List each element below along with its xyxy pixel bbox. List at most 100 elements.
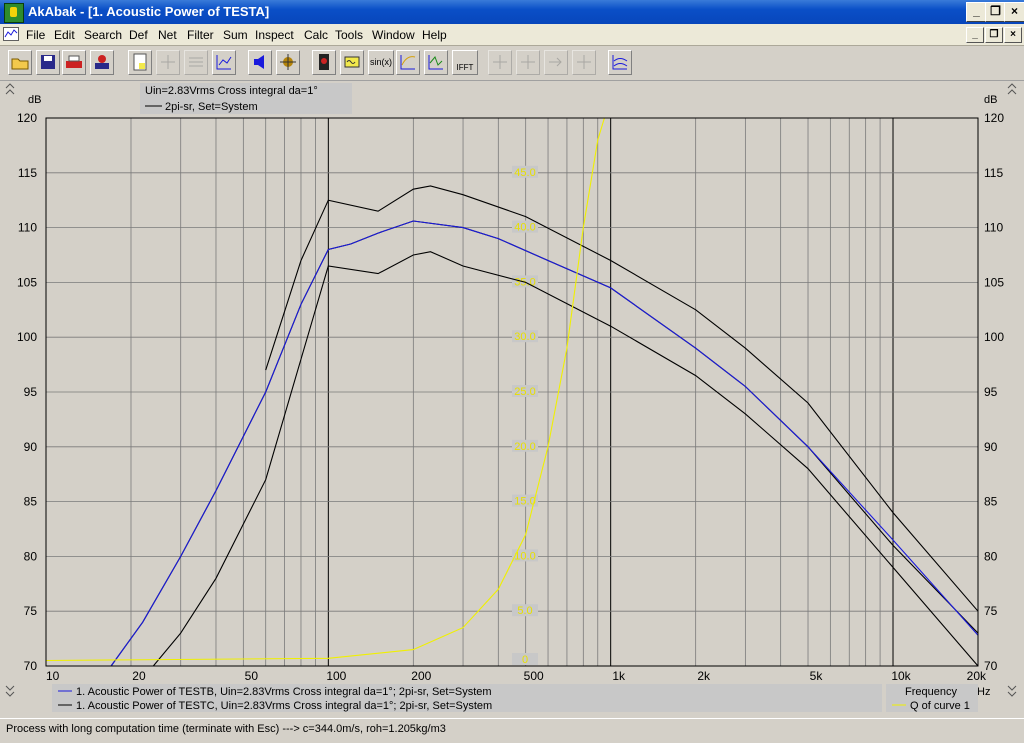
arrow-icon <box>549 57 562 67</box>
grid-icon <box>189 57 203 67</box>
disabled-tool-2-button[interactable] <box>184 50 208 75</box>
document-chart-icon[interactable] <box>3 27 19 41</box>
menu-help[interactable]: Help <box>422 27 447 43</box>
close-button[interactable]: × <box>1004 2 1024 22</box>
maximize-button[interactable]: ❐ <box>985 2 1006 22</box>
x-tick-label: 500 <box>524 669 544 683</box>
filter-button[interactable] <box>340 50 364 75</box>
impulse-button[interactable] <box>424 50 448 75</box>
y-tick-label-left: 70 <box>24 659 38 673</box>
open-folder-icon <box>11 58 29 70</box>
y-tick-label-right: 115 <box>984 166 1003 180</box>
disabled-tool-6-button[interactable] <box>572 50 596 75</box>
print-button[interactable] <box>62 50 86 75</box>
open-folder-button[interactable] <box>8 50 32 75</box>
scroll-up-arrow-left[interactable] <box>5 83 15 95</box>
printer-red-icon <box>66 55 82 68</box>
grid-icon <box>161 55 175 69</box>
menu-edit[interactable]: Edit <box>54 27 75 43</box>
menu-calc[interactable]: Calc <box>304 27 328 43</box>
q-scale-label: 30.0 <box>514 331 535 343</box>
ifft-label: IFFT <box>456 63 474 72</box>
menu-search[interactable]: Search <box>84 27 122 43</box>
filter-icon <box>344 56 360 68</box>
status-text: Process with long computation time (term… <box>6 723 446 735</box>
y-tick-label-right: 105 <box>984 275 1004 289</box>
disabled-tool-4-button[interactable] <box>516 50 540 75</box>
y-tick-label-left: 90 <box>24 440 38 454</box>
driver-button[interactable] <box>312 50 336 75</box>
y-tick-label-left: 95 <box>24 385 38 399</box>
plot-window: Uin=2.83Vrms Cross integral da=1° 2pi-sr… <box>0 82 1024 716</box>
floppy-icon <box>41 55 55 69</box>
menu-window[interactable]: Window <box>372 27 415 43</box>
y-tick-label-right: 80 <box>984 549 998 563</box>
step-response-button[interactable] <box>396 50 420 75</box>
minimize-button[interactable]: _ <box>966 2 987 22</box>
y-tick-label-left: 75 <box>24 604 38 618</box>
y-tick-label-right: 95 <box>984 385 998 399</box>
speaker-icon <box>254 55 264 69</box>
q-scale-label: 25.0 <box>514 386 535 398</box>
scroll-up-arrow-right[interactable] <box>1007 83 1017 95</box>
x-tick-label: 20k <box>967 669 987 683</box>
measure-button[interactable] <box>276 50 300 75</box>
sine-label: sin(x) <box>370 57 392 67</box>
status-bar: Process with long computation time (term… <box>0 718 1024 743</box>
scroll-down-arrow-left[interactable] <box>5 685 15 697</box>
crosshair-icon <box>280 54 296 70</box>
menu-filter[interactable]: Filter <box>187 27 214 43</box>
spl-chart: Uin=2.83Vrms Cross integral da=1° 2pi-sr… <box>5 83 1017 712</box>
impulse-chart-icon <box>428 55 443 70</box>
mdi-minimize-button[interactable]: _ <box>966 27 984 43</box>
menu-sum[interactable]: Sum <box>223 27 248 43</box>
q-scale-label: 45.0 <box>514 167 535 179</box>
document-icon <box>133 53 147 71</box>
x-tick-label: 20 <box>132 669 146 683</box>
y-tick-label-right: 110 <box>984 221 1003 235</box>
header-legend-line-2: 2pi-sr, Set=System <box>165 101 258 113</box>
y-tick-label-right: 85 <box>984 495 998 509</box>
cross-icon <box>577 55 591 69</box>
x-tick-label: 1k <box>612 669 626 683</box>
q-scale-label: 10.0 <box>514 550 535 562</box>
legend-entry-c: 1. Acoustic Power of TESTC, Uin=2.83Vrms… <box>76 700 492 712</box>
y-tick-label-left: 85 <box>24 495 38 509</box>
menu-inspect[interactable]: Inspect <box>255 27 294 43</box>
axis-chart-button[interactable] <box>212 50 236 75</box>
menu-net[interactable]: Net <box>158 27 177 43</box>
disabled-tool-5-button[interactable] <box>544 50 568 75</box>
settings-button[interactable] <box>90 50 114 75</box>
scroll-down-arrow-right[interactable] <box>1007 685 1017 697</box>
y-tick-label-left: 100 <box>17 330 37 344</box>
q-scale-label: 20.0 <box>514 441 535 453</box>
menu-def[interactable]: Def <box>129 27 148 43</box>
new-document-button[interactable] <box>128 50 152 75</box>
ifft-button[interactable]: IFFT <box>452 50 478 75</box>
cross-icon <box>493 55 507 69</box>
y-tick-label-left: 120 <box>17 111 37 125</box>
x-unit-label: Hz <box>977 686 990 698</box>
y-tick-label-right: 75 <box>984 604 998 618</box>
window-title: AkAbak - [1. Acoustic Power of TESTA] <box>28 4 270 19</box>
speaker-button[interactable] <box>248 50 272 75</box>
mdi-restore-button[interactable]: ❐ <box>985 27 1003 43</box>
multi-chart-button[interactable] <box>608 50 632 75</box>
tools-icon <box>95 55 109 69</box>
q-scale-label: 0 <box>522 654 528 666</box>
legend-entry-b: 1. Acoustic Power of TESTB, Uin=2.83Vrms… <box>76 686 492 698</box>
disabled-tool-3-button[interactable] <box>488 50 512 75</box>
menu-file[interactable]: File <box>26 27 45 43</box>
y-tick-label-right: 100 <box>984 330 1004 344</box>
y-tick-label-right: 70 <box>984 659 998 673</box>
menu-tools[interactable]: Tools <box>335 27 363 43</box>
sine-button[interactable]: sin(x) <box>368 50 394 75</box>
step-chart-icon <box>400 55 416 70</box>
x-tick-label: 10k <box>891 669 911 683</box>
save-button[interactable] <box>36 50 60 75</box>
mdi-close-button[interactable]: × <box>1004 27 1022 43</box>
x-tick-label: 50 <box>245 669 259 683</box>
q-legend-label: Q of curve 1 <box>910 700 970 712</box>
disabled-tool-1-button[interactable] <box>156 50 180 75</box>
x-tick-label: 200 <box>411 669 431 683</box>
